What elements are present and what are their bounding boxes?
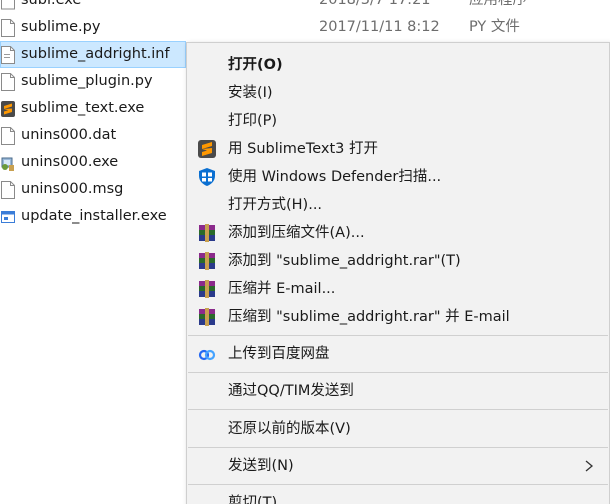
file-type: 应用程序 <box>469 0 527 8</box>
chevron-right-icon <box>585 460 594 472</box>
file-icon <box>1 46 15 64</box>
winrar-icon <box>199 224 215 242</box>
menu-item-label: 安装(I) <box>228 85 273 101</box>
menu-item-label: 打印(P) <box>228 113 278 129</box>
menu-item-cut[interactable]: 剪切(T) <box>187 489 609 504</box>
app-icon <box>1 0 15 10</box>
file-row[interactable]: sublime.py 2017/11/11 8:12 PY 文件 <box>0 14 610 41</box>
winrar-icon <box>199 252 215 270</box>
menu-item-add-to-archive[interactable]: 添加到压缩文件(A)... <box>187 219 609 247</box>
file-row[interactable]: subl.exe 2018/3/7 17:21 应用程序 <box>0 0 610 14</box>
file-type: PY 文件 <box>469 19 520 35</box>
file-date: 2017/11/11 8:12 <box>319 19 440 35</box>
sublime-text-icon <box>1 101 15 117</box>
menu-item-open-with-sublime[interactable]: 用 SublimeText3 打开 <box>187 135 609 163</box>
file-icon <box>1 181 15 199</box>
file-name: sublime_text.exe <box>21 100 145 116</box>
menu-item-print[interactable]: 打印(P) <box>187 107 609 135</box>
winrar-icon <box>199 280 215 298</box>
file-name: subl.exe <box>21 0 82 8</box>
menu-item-label: 发送到(N) <box>228 458 294 474</box>
menu-item-restore-previous[interactable]: 还原以前的版本(V) <box>187 415 609 443</box>
sublime-text-icon <box>198 140 216 158</box>
menu-item-label: 压缩并 E-mail... <box>228 281 336 297</box>
menu-item-compress-email[interactable]: 压缩并 E-mail... <box>187 275 609 303</box>
file-name: unins000.dat <box>21 127 117 143</box>
context-menu: 打开(O) 安装(I) 打印(P) 用 SublimeText3 打开 使用 W… <box>186 42 610 504</box>
winrar-icon <box>199 308 215 326</box>
windows-defender-icon <box>199 168 215 186</box>
menu-item-install[interactable]: 安装(I) <box>187 79 609 107</box>
menu-item-label: 还原以前的版本(V) <box>228 421 351 437</box>
installer-icon <box>1 157 14 171</box>
file-name-cell[interactable]: subl.exe <box>0 0 186 14</box>
menu-item-label: 打开方式(H)... <box>228 197 323 213</box>
file-icon <box>1 19 15 37</box>
window-app-icon <box>1 211 15 223</box>
file-name-cell[interactable]: unins000.msg <box>0 176 186 203</box>
menu-item-compress-rar-email[interactable]: 压缩到 "sublime_addright.rar" 并 E-mail <box>187 303 609 331</box>
menu-separator <box>188 335 608 336</box>
file-name-cell[interactable]: sublime_plugin.py <box>0 68 186 95</box>
file-name-cell[interactable]: sublime_text.exe <box>0 95 186 122</box>
menu-item-open[interactable]: 打开(O) <box>187 51 609 79</box>
menu-item-label: 上传到百度网盘 <box>228 346 330 362</box>
file-name-cell[interactable]: sublime_addright.inf <box>0 41 186 68</box>
menu-item-open-with[interactable]: 打开方式(H)... <box>187 191 609 219</box>
menu-item-label: 通过QQ/TIM发送到 <box>228 383 354 399</box>
file-name: sublime.py <box>21 19 101 35</box>
menu-item-label: 用 SublimeText3 打开 <box>228 141 378 157</box>
file-name-cell[interactable]: sublime.py <box>0 14 186 41</box>
menu-item-label: 压缩到 "sublime_addright.rar" 并 E-mail <box>228 309 510 325</box>
menu-item-add-to-rar[interactable]: 添加到 "sublime_addright.rar"(T) <box>187 247 609 275</box>
file-icon <box>1 73 15 91</box>
menu-separator <box>188 409 608 410</box>
menu-item-label: 打开(O) <box>228 57 283 73</box>
file-name: unins000.msg <box>21 181 124 197</box>
menu-item-label: 使用 Windows Defender扫描... <box>228 169 442 185</box>
menu-separator <box>188 447 608 448</box>
menu-separator <box>188 484 608 485</box>
menu-separator <box>188 372 608 373</box>
menu-item-defender-scan[interactable]: 使用 Windows Defender扫描... <box>187 163 609 191</box>
menu-item-label: 剪切(T) <box>228 495 278 504</box>
menu-item-label: 添加到 "sublime_addright.rar"(T) <box>228 253 461 269</box>
menu-item-label: 添加到压缩文件(A)... <box>228 225 365 241</box>
menu-item-send-qq-tim[interactable]: 通过QQ/TIM发送到 <box>187 377 609 405</box>
menu-item-send-to[interactable]: 发送到(N) <box>187 452 609 480</box>
file-name: sublime_addright.inf <box>21 46 170 62</box>
file-icon <box>1 127 15 145</box>
file-date: 2018/3/7 17:21 <box>319 0 431 8</box>
file-name-cell[interactable]: unins000.dat <box>0 122 186 149</box>
menu-item-upload-baidu[interactable]: 上传到百度网盘 <box>187 340 609 368</box>
file-name-cell[interactable]: update_installer.exe <box>0 203 186 230</box>
file-name-cell[interactable]: unins000.exe <box>0 149 186 176</box>
file-name: sublime_plugin.py <box>21 73 153 89</box>
baidu-netdisk-icon <box>198 349 216 361</box>
file-name: unins000.exe <box>21 154 119 170</box>
file-name: update_installer.exe <box>21 208 167 224</box>
